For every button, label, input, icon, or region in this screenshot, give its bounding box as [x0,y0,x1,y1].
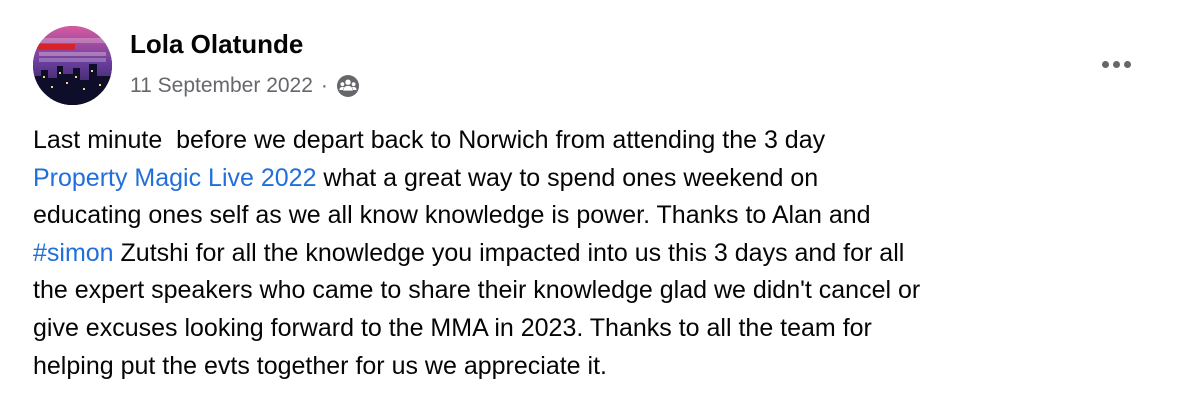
meta-separator: · [320,74,328,97]
more-dot [1101,60,1109,68]
post-timestamp[interactable]: 11 September 2022 [130,74,313,98]
post-card: Lola Olatunde 11 September 2022 · Last m… [0,0,1180,419]
avatar-image [33,26,112,105]
event-link[interactable]: Property Magic Live 2022 [33,164,316,192]
more-dot [1112,60,1120,68]
friends-audience-icon[interactable] [336,74,360,98]
post-body: Last minute before we depart back to Nor… [33,122,1153,385]
post-text-part: Zutshi for all the knowledge you impacte… [33,238,921,380]
post-text-part: Last minute before we depart back to Nor… [33,126,826,154]
post-header: Lola Olatunde 11 September 2022 · [33,26,1143,106]
more-dot [1123,60,1131,68]
author-name[interactable]: Lola Olatunde [130,29,303,60]
hashtag-link[interactable]: #simon [33,239,114,267]
more-options-icon[interactable] [1094,49,1138,79]
author-avatar[interactable] [33,26,112,105]
post-meta: 11 September 2022 · [130,71,360,101]
